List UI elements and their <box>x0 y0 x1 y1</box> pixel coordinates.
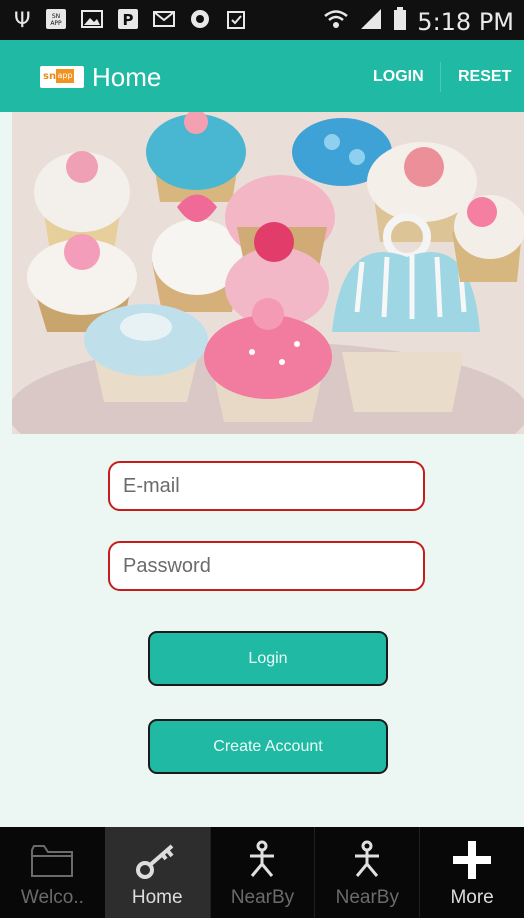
app-notification-icon <box>189 8 211 35</box>
tab-label: NearBy <box>230 887 295 908</box>
clock: 5:18 PM <box>417 8 514 36</box>
tab-label: Welco.. <box>20 887 84 908</box>
app-bar: sn app Home LOGIN RESET <box>0 40 524 112</box>
tab-welcome[interactable]: Welco.. <box>0 827 105 918</box>
system-icons: 5:18 PM <box>323 7 514 37</box>
password-field[interactable] <box>108 541 425 591</box>
action-divider <box>440 62 441 92</box>
folder-icon <box>0 837 105 883</box>
key-icon <box>105 837 210 883</box>
svg-text:P: P <box>122 11 133 29</box>
app-logo: sn app <box>40 66 84 88</box>
snapp-notification-icon: SN APP <box>45 8 67 35</box>
tab-more[interactable]: More <box>419 827 524 918</box>
battery-icon <box>393 7 407 37</box>
gmail-icon <box>152 8 175 35</box>
clipboard-icon <box>225 8 247 35</box>
tab-nearby-2[interactable]: NearBy <box>314 827 419 918</box>
signal-icon <box>359 8 383 36</box>
tab-label: More <box>450 887 494 908</box>
person-icon <box>315 837 419 883</box>
tab-label: NearBy <box>335 887 399 908</box>
svg-text:SN: SN <box>51 13 59 20</box>
tab-home[interactable]: Home <box>104 827 210 918</box>
create-account-button[interactable]: Create Account <box>148 719 388 774</box>
login-button[interactable]: Login <box>148 631 388 686</box>
usb-icon: Ψ <box>14 8 31 32</box>
person-icon <box>211 837 315 883</box>
email-field[interactable] <box>108 461 425 511</box>
svg-text:APP: APP <box>50 20 62 27</box>
hero-image <box>12 112 524 434</box>
plus-icon <box>420 837 524 883</box>
tab-nearby[interactable]: NearBy <box>209 827 315 918</box>
status-bar: Ψ SN APP P 5:18 PM <box>0 0 524 40</box>
bottom-tab-bar: Welco.. Home NearBy NearBy More <box>0 827 524 918</box>
image-icon <box>80 8 103 35</box>
tab-label: Home <box>131 887 183 908</box>
reset-action-button[interactable]: RESET <box>458 68 511 86</box>
page-title: Home <box>92 62 162 92</box>
login-action-button[interactable]: LOGIN <box>373 68 424 86</box>
notification-icons: Ψ SN APP P <box>14 8 247 35</box>
parking-icon: P <box>117 8 139 35</box>
wifi-icon <box>323 8 349 36</box>
cupcakes-photo <box>12 112 524 434</box>
